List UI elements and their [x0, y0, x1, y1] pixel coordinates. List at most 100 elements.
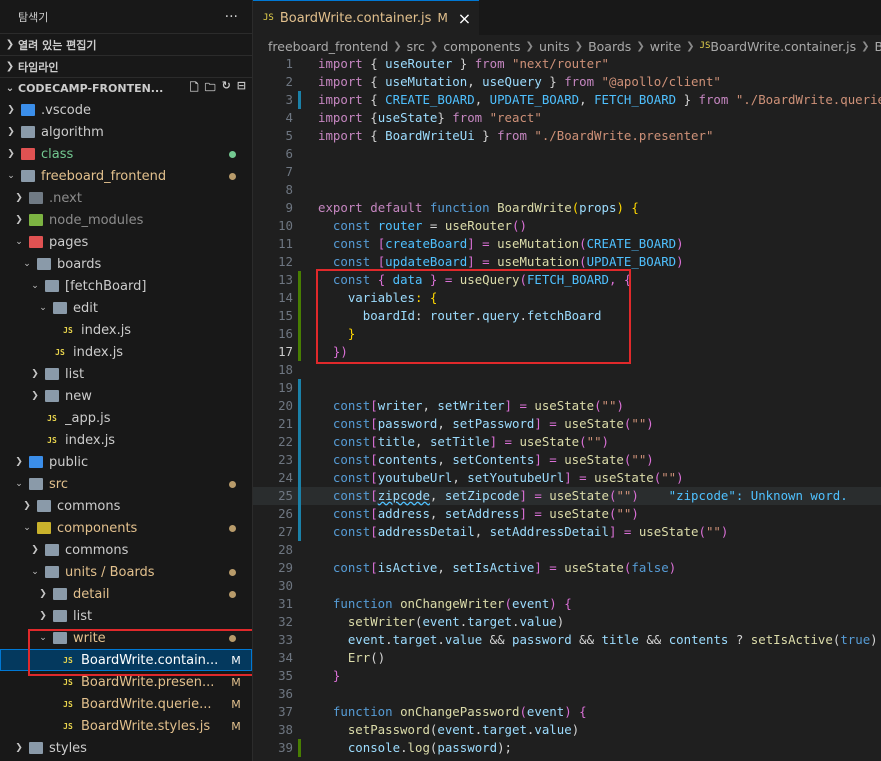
code-line: 33 event.target.value && password && tit…	[253, 631, 881, 649]
code-line: 9 export default function BoardWrite(prop…	[253, 199, 881, 217]
tree-item[interactable]: ❯ .vscode	[0, 99, 252, 121]
folder-icon	[29, 192, 43, 204]
code-token: from	[698, 92, 729, 107]
tree-item[interactable]: ⌄ edit	[0, 297, 252, 319]
more-actions-icon[interactable]: ···	[225, 9, 238, 25]
modified-line-marker	[298, 415, 301, 433]
code-editor[interactable]: 1 import { useRouter } from "next/router"…	[253, 55, 881, 761]
code-token: password	[437, 740, 498, 755]
tree-item[interactable]: ❯ new	[0, 385, 252, 407]
tree-item[interactable]: ❯ node_modules	[0, 209, 252, 231]
tree-item[interactable]: ❯ list	[0, 363, 252, 385]
tree-item-label: .vscode	[41, 102, 91, 118]
breadcrumb: freeboard_frontend ❯ src ❯ components ❯ units ❯…	[253, 35, 881, 57]
code-token: function	[332, 704, 393, 719]
code-token: )	[601, 434, 610, 449]
tree-item[interactable]: ⌄ pages	[0, 231, 252, 253]
open-editors-label: 열려 있는 편집기	[18, 38, 97, 52]
timeline-label: 타임라인	[18, 60, 59, 74]
code-token: from	[497, 128, 527, 143]
code-token: function	[332, 596, 393, 611]
tree-item[interactable]: ⌄ src	[0, 473, 252, 495]
tree-item[interactable]: JS index.js	[0, 341, 252, 363]
breadcrumb-item[interactable]: write	[650, 39, 681, 54]
tree-item[interactable]: ❯ algorithm	[0, 121, 252, 143]
tree-item[interactable]: ❯ detail	[0, 583, 252, 605]
code-token: const	[332, 254, 371, 269]
code-token: ""	[631, 416, 647, 431]
breadcrumb-item[interactable]: src	[407, 39, 425, 54]
code-text: Err()	[318, 649, 385, 667]
added-line-marker	[298, 325, 301, 343]
collapse-icon[interactable]: ⊟	[237, 79, 246, 98]
js-file-icon: JS	[263, 13, 274, 23]
breadcrumb-item[interactable]: Boards	[588, 39, 631, 54]
breadcrumb-item[interactable]: freeboard_frontend	[268, 39, 388, 54]
tree-item[interactable]: JS index.js	[0, 319, 252, 341]
workspace-section[interactable]: ⌄ CODECAMP-FRONTEN... 🗋 🗀 ↻ ⊟	[0, 77, 252, 99]
refresh-icon[interactable]: ↻	[222, 79, 231, 98]
code-token: )	[616, 200, 624, 215]
tree-item[interactable]: JS BoardWrite.querie... M	[0, 693, 252, 715]
new-file-icon[interactable]: 🗋	[190, 79, 199, 98]
tree-item-label: algorithm	[41, 124, 104, 140]
tab-label: BoardWrite.container.js	[279, 10, 432, 26]
code-token: [	[370, 452, 378, 467]
tree-item[interactable]: JS index.js	[0, 429, 252, 451]
chevron-down-icon: ⌄	[39, 303, 47, 313]
line-number: 10	[278, 218, 293, 233]
explorer-header: 탐색기 ···	[0, 0, 252, 33]
tree-item[interactable]: ❯ public	[0, 451, 252, 473]
tree-item[interactable]: ⌄ boards	[0, 253, 252, 275]
code-line: 38 setPassword(event.target.value)	[253, 721, 881, 739]
new-folder-icon[interactable]: 🗀	[205, 79, 216, 98]
tree-item[interactable]: ⌄ units / Boards	[0, 561, 252, 583]
tree-item[interactable]: ❯ .next	[0, 187, 252, 209]
line-number: 3	[285, 92, 293, 107]
tree-item[interactable]: ⌄ freeboard_frontend	[0, 165, 252, 187]
chevron-down-icon: ⌄	[7, 171, 15, 181]
code-text: setPassword(event.target.value)	[318, 721, 579, 739]
tab-boardwrite-container[interactable]: JS BoardWrite.container.js M ×	[253, 0, 480, 35]
breadcrumb-item[interactable]: components	[443, 39, 520, 54]
tree-item[interactable]: ⌄ [fetchBoard]	[0, 275, 252, 297]
code-text: }	[318, 667, 340, 685]
code-token: setTitle	[429, 434, 490, 449]
code-token: [	[370, 470, 378, 485]
close-icon[interactable]: ×	[458, 9, 471, 28]
code-token: event	[526, 704, 565, 719]
tree-item[interactable]: JS _app.js	[0, 407, 252, 429]
breadcrumb-item[interactable]: units	[539, 39, 570, 54]
code-token: }	[452, 56, 475, 71]
tree-item[interactable]: ❯ commons	[0, 539, 252, 561]
tree-item[interactable]: ❯ list	[0, 605, 252, 627]
tree-item[interactable]: ❯ styles	[0, 737, 252, 759]
code-token: ] =	[519, 506, 550, 521]
chevron-down-icon: ⌄	[23, 259, 31, 269]
code-token: useState	[594, 470, 654, 485]
timeline-section[interactable]: ❯ 타임라인	[0, 55, 252, 77]
code-token: password	[512, 632, 572, 647]
code-token: UPDATE_BOARD	[489, 92, 580, 107]
code-token: ] =	[534, 560, 565, 575]
tree-item[interactable]: JS BoardWrite.styles.js M	[0, 715, 252, 737]
code-token: value	[534, 722, 572, 737]
tree-item[interactable]: ⌄ components	[0, 517, 252, 539]
code-token: from	[564, 74, 595, 89]
code-token: const	[332, 236, 371, 251]
tree-item[interactable]: ❯ class	[0, 143, 252, 165]
modified-line-marker	[298, 469, 301, 487]
breadcrumb-item[interactable]: BoardWrite.container.js	[710, 39, 856, 54]
breadcrumb-item[interactable]: B	[875, 39, 881, 54]
code-text: import { BoardWriteUi } from "./BoardWri…	[318, 127, 713, 145]
workspace-label: CODECAMP-FRONTEN...	[18, 82, 164, 95]
tree-item[interactable]: ❯ commons	[0, 495, 252, 517]
code-token: ] =	[504, 398, 535, 413]
line-number: 33	[278, 632, 293, 647]
open-editors-section[interactable]: ❯ 열려 있는 편집기	[0, 33, 252, 55]
